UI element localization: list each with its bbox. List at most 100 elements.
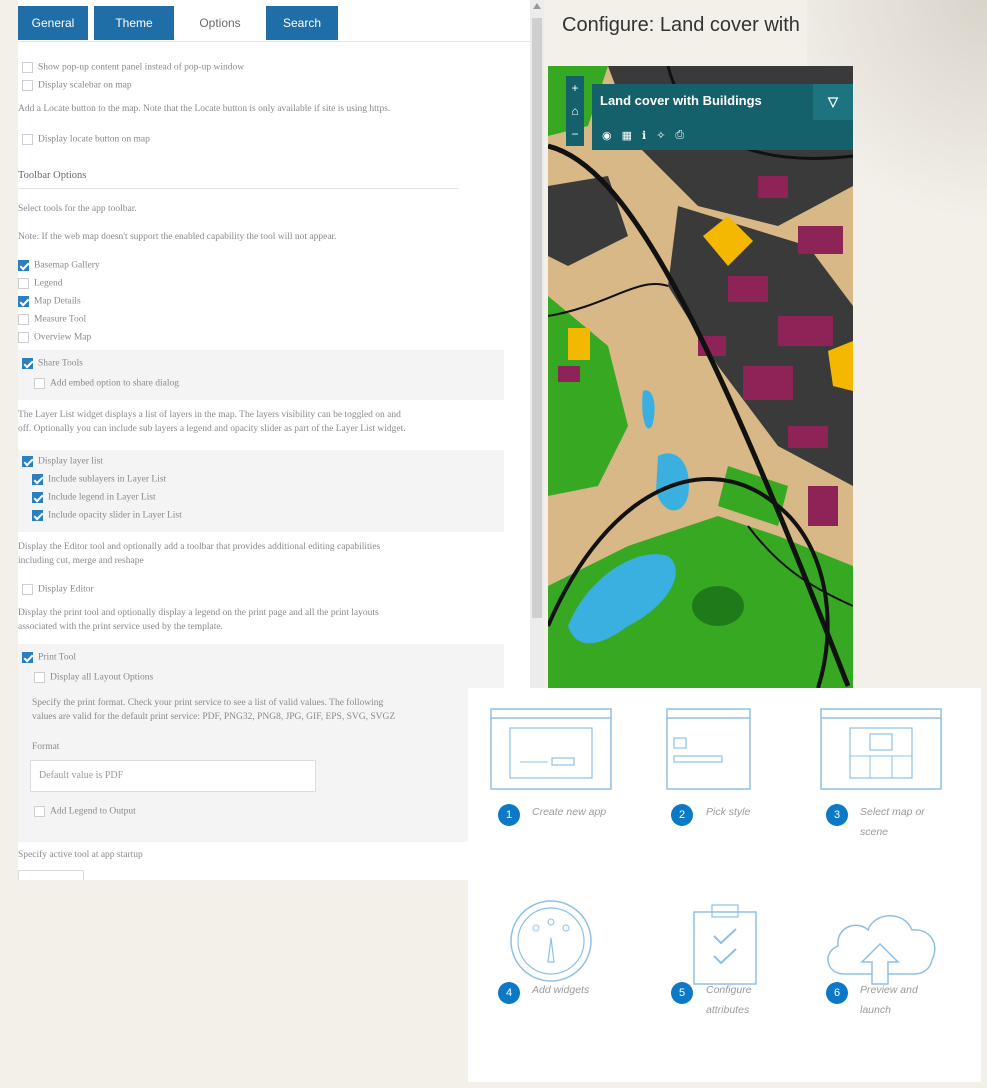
embed-label: Add embed option to share dialog xyxy=(50,378,180,389)
map-details-option[interactable]: Map Details xyxy=(18,296,81,307)
embed-checkbox[interactable] xyxy=(34,378,45,389)
step-badge-2: 2 xyxy=(671,804,693,826)
editor-desc-1: Display the Editor tool and optionally a… xyxy=(18,542,381,552)
legend-output-checkbox[interactable] xyxy=(34,806,45,817)
overview-checkbox[interactable] xyxy=(18,332,29,343)
zoom-controls[interactable]: + ⌂ − xyxy=(566,76,584,146)
overview-option[interactable]: Overview Map xyxy=(18,332,91,343)
layer-list-option[interactable]: Display layer list xyxy=(22,456,103,467)
scalebar-checkbox[interactable] xyxy=(22,80,33,91)
measure-option[interactable]: Measure Tool xyxy=(18,314,86,325)
sublayers-option[interactable]: Include sublayers in Layer List xyxy=(32,474,166,485)
home-icon[interactable]: ⌂ xyxy=(571,104,578,118)
popup-option[interactable]: Show pop-up content panel instead of pop… xyxy=(22,62,244,73)
share-option[interactable]: Share Tools xyxy=(22,358,83,369)
layer-desc-2: off. Optionally you can include sub laye… xyxy=(18,424,406,434)
editor-option[interactable]: Display Editor xyxy=(22,584,94,595)
share-label: Share Tools xyxy=(38,358,83,369)
layer-legend-label: Include legend in Layer List xyxy=(48,492,156,503)
step-badge-3: 3 xyxy=(826,804,848,826)
step-label-3: Select map or scene xyxy=(860,806,925,838)
layer-list-checkbox[interactable] xyxy=(22,456,33,467)
info-icon[interactable]: ℹ xyxy=(642,129,646,142)
locate-label: Display locate button on map xyxy=(38,134,150,145)
layer-desc-1: The Layer List widget displays a list of… xyxy=(18,410,401,420)
format-input[interactable]: Default value is PDF xyxy=(30,760,316,792)
divider xyxy=(18,188,458,189)
locate-option[interactable]: Display locate button on map xyxy=(22,134,150,145)
format-desc-2: values are valid for the default print s… xyxy=(32,712,396,722)
tab-theme[interactable]: Theme xyxy=(94,6,174,40)
locate-icon[interactable]: ✧ xyxy=(656,129,665,142)
layouts-label: Display all Layout Options xyxy=(50,672,154,683)
scroll-up-arrow-icon[interactable] xyxy=(533,3,541,9)
share-group xyxy=(18,350,504,400)
opacity-option[interactable]: Include opacity slider in Layer List xyxy=(32,510,182,521)
panel-scrollbar[interactable] xyxy=(530,0,544,690)
layouts-option[interactable]: Display all Layout Options xyxy=(34,672,153,683)
print-icon[interactable]: ⎙ xyxy=(675,129,684,142)
legend-output-label: Add Legend to Output xyxy=(50,806,136,817)
scalebar-label: Display scalebar on map xyxy=(38,80,132,91)
basemap-icon[interactable]: ▦ xyxy=(622,129,632,142)
basemap-option[interactable]: Basemap Gallery xyxy=(18,260,100,271)
step-badge-5: 5 xyxy=(671,982,693,1004)
map-details-checkbox[interactable] xyxy=(18,296,29,307)
layer-legend-option[interactable]: Include legend in Layer List xyxy=(32,492,156,503)
basemap-checkbox[interactable] xyxy=(18,260,29,271)
layouts-checkbox[interactable] xyxy=(34,672,45,683)
toolbar-desc: Select tools for the app toolbar. xyxy=(18,204,137,214)
format-label: Format xyxy=(32,742,60,752)
opacity-label: Include opacity slider in Layer List xyxy=(48,510,182,521)
map-preview[interactable]: + ⌂ − Land cover with Buildings ▽ ◉ ▦ ℹ … xyxy=(548,66,853,688)
editor-checkbox[interactable] xyxy=(22,584,33,595)
print-tool-option[interactable]: Print Tool xyxy=(22,652,76,663)
basemap-label: Basemap Gallery xyxy=(34,260,100,271)
print-tool-label: Print Tool xyxy=(38,652,76,663)
legend-output-option[interactable]: Add Legend to Output xyxy=(34,806,136,817)
map-title: Land cover with Buildings xyxy=(600,93,762,108)
popup-checkbox[interactable] xyxy=(22,62,33,73)
locate-checkbox[interactable] xyxy=(22,134,33,145)
share-checkbox[interactable] xyxy=(22,358,33,369)
pick-style-icon xyxy=(666,708,751,790)
legend-checkbox[interactable] xyxy=(18,278,29,289)
chevron-down-icon[interactable]: ▽ xyxy=(813,84,853,120)
overview-label: Overview Map xyxy=(34,332,92,343)
legend-label: Legend xyxy=(34,278,63,289)
active-tool-select[interactable] xyxy=(18,870,84,880)
toolbar-note: Note: If the web map doesn't support the… xyxy=(18,232,337,242)
editor-desc-2: including cut, merge and reshape xyxy=(18,556,144,566)
format-desc-1: Specify the print format. Check your pri… xyxy=(32,698,384,708)
scalebar-option[interactable]: Display scalebar on map xyxy=(22,80,132,91)
legend-option[interactable]: Legend xyxy=(18,278,63,289)
active-tool-label: Specify active tool at app startup xyxy=(18,850,143,860)
opacity-checkbox[interactable] xyxy=(32,510,43,521)
select-map-icon xyxy=(820,708,942,790)
popup-label: Show pop-up content panel instead of pop… xyxy=(38,62,245,73)
embed-option[interactable]: Add embed option to share dialog xyxy=(34,378,179,389)
measure-checkbox[interactable] xyxy=(18,314,29,325)
print-tool-checkbox[interactable] xyxy=(22,652,33,663)
tab-search[interactable]: Search xyxy=(266,6,338,40)
step-label-2: Pick style xyxy=(706,806,751,818)
zoom-in-icon[interactable]: + xyxy=(571,81,578,95)
zoom-out-icon[interactable]: − xyxy=(571,127,578,141)
step-label-5: Configure attributes xyxy=(706,984,752,1016)
clipboard-checklist-icon xyxy=(693,904,757,985)
step-badge-6: 6 xyxy=(826,982,848,1004)
sublayers-checkbox[interactable] xyxy=(32,474,43,485)
tab-bar: General Theme Options Search xyxy=(18,0,530,42)
map-details-label: Map Details xyxy=(34,296,81,307)
land-cover-map xyxy=(548,66,853,688)
map-toolbar: ◉ ▦ ℹ ✧ ⎙ xyxy=(592,120,853,150)
layer-legend-checkbox[interactable] xyxy=(32,492,43,503)
step-badge-1: 1 xyxy=(498,804,520,826)
widgets-gauge-icon xyxy=(510,900,592,982)
step-label-6: Preview and launch xyxy=(860,984,918,1016)
tab-options[interactable]: Options xyxy=(180,6,260,40)
preview-title: Configure: Land cover with xyxy=(562,14,800,36)
tab-general[interactable]: General xyxy=(18,6,88,40)
scroll-thumb[interactable] xyxy=(532,18,542,618)
layers-icon[interactable]: ◉ xyxy=(602,129,612,142)
